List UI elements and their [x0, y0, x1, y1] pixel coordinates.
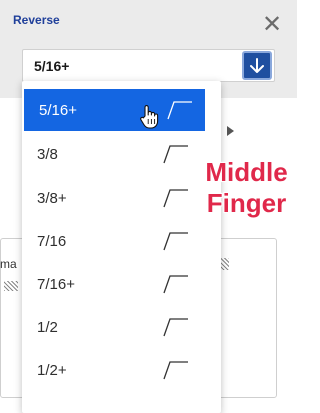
background-label: ma — [0, 257, 17, 271]
dropdown-option[interactable]: 7/16 — [22, 220, 221, 262]
annotation-label: Middle Finger — [196, 157, 297, 219]
dropdown-option[interactable]: 3/8+ — [22, 177, 221, 219]
step-glyph-icon — [163, 232, 188, 251]
dropdown-option[interactable]: 1/2 — [22, 306, 221, 348]
arrow-right-icon — [227, 126, 234, 136]
dropdown-toggle-button[interactable] — [242, 51, 272, 80]
step-glyph-icon — [163, 318, 188, 337]
annotation-line: Middle — [205, 157, 288, 188]
dropdown-option[interactable]: 7/16+ — [22, 263, 221, 305]
option-label: 7/16 — [37, 233, 67, 250]
annotation-line: Finger — [206, 188, 287, 219]
select-value: 5/16+ — [34, 58, 70, 74]
option-label: 3/8 — [37, 146, 58, 163]
dropdown-option[interactable]: 3/8 — [22, 133, 221, 175]
dialog-title: Reverse — [13, 13, 60, 27]
option-label: 5/16+ — [39, 102, 77, 119]
step-glyph-icon — [163, 361, 188, 380]
step-glyph-icon — [167, 101, 192, 120]
option-label: 7/16+ — [37, 276, 75, 293]
dropdown-option[interactable]: 1/2+ — [22, 349, 221, 391]
dropdown-option[interactable]: 5/16+ — [24, 89, 205, 131]
size-select[interactable]: 5/16+ — [22, 49, 275, 82]
close-icon[interactable]: ✕ — [258, 11, 286, 39]
step-glyph-icon — [163, 145, 188, 164]
hatch-icon — [4, 281, 18, 291]
step-glyph-icon — [163, 189, 188, 208]
arrow-down-icon — [250, 58, 264, 73]
size-dropdown-list[interactable]: 5/16+ 3/8 3/8+ 7/16 7/16+ 1/2 1/2+ — [22, 81, 221, 413]
option-label: 1/2+ — [37, 362, 67, 379]
step-glyph-icon — [163, 275, 188, 294]
hand-cursor-icon — [140, 105, 159, 129]
option-label: 3/8+ — [37, 190, 67, 207]
option-label: 1/2 — [37, 319, 58, 336]
